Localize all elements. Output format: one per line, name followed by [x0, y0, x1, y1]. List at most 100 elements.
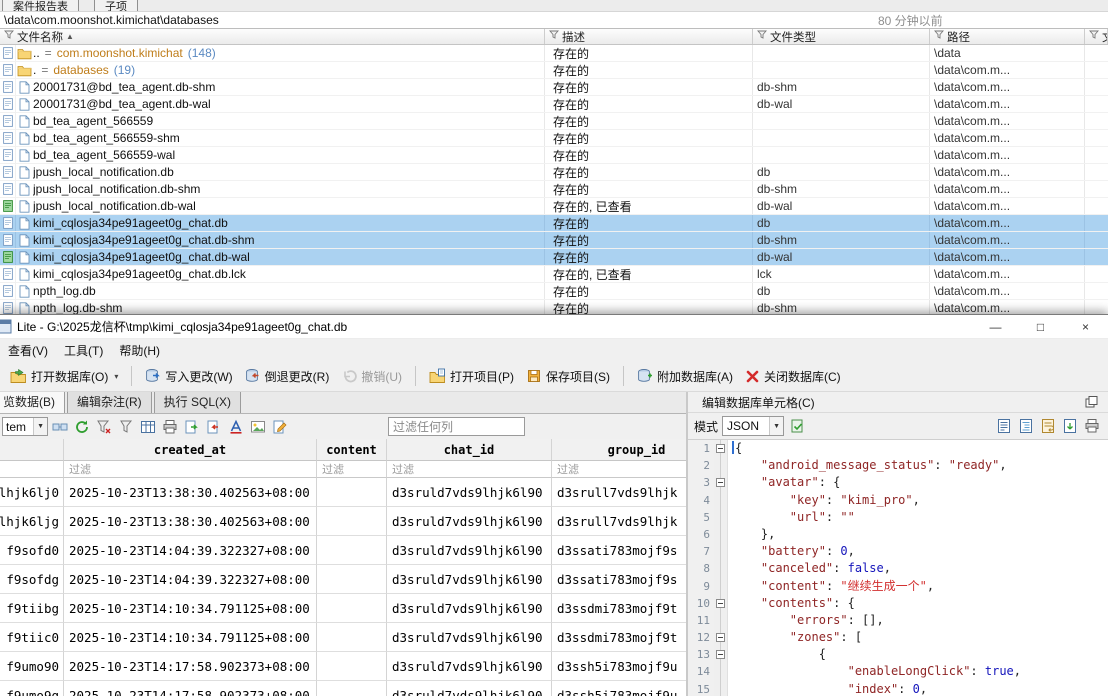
grid-cell[interactable]: d3sruld7vds9lhjk6l90 [387, 536, 552, 565]
refresh-icon[interactable] [72, 417, 92, 437]
tab-view-0[interactable]: 览数据(B) [0, 392, 65, 413]
column-header-path[interactable]: 路径 [930, 29, 1085, 44]
grid-row[interactable]: f9tiibg2025-10-23T14:10:34.791125+08:00d… [0, 594, 686, 623]
table-select-combo[interactable]: tem ▼ [2, 417, 48, 436]
json-code[interactable]: { [728, 440, 742, 457]
json-code[interactable]: "index": 0, [728, 681, 927, 696]
grid-cell[interactable]: d3sruld7vds9lhjk6l90 [387, 478, 552, 507]
filter-funnel-icon[interactable] [549, 30, 559, 43]
file-row[interactable]: ..=com.moonshot.kimichat(148)存在的\data [0, 45, 1108, 62]
json-code[interactable]: "enableLongClick": true, [728, 663, 1021, 680]
grid-cell[interactable]: d3sruld7vds9lhjk6l90 [387, 507, 552, 536]
json-code[interactable]: "contents": { [728, 595, 855, 612]
file-row[interactable]: jpush_local_notification.db-wal存在的, 已查看d… [0, 198, 1108, 215]
column-filter-input[interactable]: 过滤 [64, 461, 317, 478]
grid-cell[interactable]: lhjk6ljg [0, 507, 64, 536]
apply-cell-icon[interactable] [788, 416, 808, 436]
link-table-icon[interactable] [50, 417, 70, 437]
file-row[interactable]: kimi_cqlosja34pe91ageet0g_chat.db.lck存在的… [0, 266, 1108, 283]
grid-cell[interactable]: 2025-10-23T14:17:58.902373+08:00 [64, 681, 317, 696]
edit-cell-dock-title[interactable]: 编辑数据库单元格(C) [688, 392, 1108, 413]
text-view-icon[interactable] [994, 416, 1014, 436]
grid-view-icon[interactable] [138, 417, 158, 437]
grid-cell[interactable]: d3sruld7vds9lhjk6l90 [387, 652, 552, 681]
grid-cell[interactable] [317, 507, 387, 536]
tab-case-report[interactable]: 案件报告表 [2, 0, 79, 12]
grid-cell[interactable]: 2025-10-23T13:38:30.402563+08:00 [64, 478, 317, 507]
grid-cell[interactable]: d3sruld7vds9lhjk6l90 [387, 623, 552, 652]
json-code[interactable]: }, [728, 526, 775, 543]
export-records-icon[interactable] [204, 417, 224, 437]
grid-cell[interactable] [317, 623, 387, 652]
grid-row[interactable]: f9sofd02025-10-23T14:04:39.322327+08:00 d… [0, 536, 686, 565]
json-code[interactable]: "zones": [ [728, 629, 862, 646]
image-view-icon[interactable] [248, 417, 268, 437]
open-project-button[interactable]: 打开项目(P) [424, 365, 519, 388]
column-header[interactable]: created_at [64, 439, 317, 461]
grid-cell[interactable]: f9sofdg [0, 565, 64, 594]
fold-gutter[interactable] [714, 629, 728, 646]
grid-cell[interactable]: d3ssh5i783mojf9u [552, 681, 686, 696]
font-icon[interactable] [226, 417, 246, 437]
json-code[interactable]: "content": "继续生成一个", [728, 578, 934, 595]
fold-collapse-icon[interactable] [716, 478, 725, 487]
filter-funnel-icon[interactable] [934, 30, 944, 43]
write-changes-button[interactable]: 写入更改(W) [140, 365, 237, 388]
grid-row[interactable]: lhjk6ljg2025-10-23T13:38:30.402563+08:00… [0, 507, 686, 536]
close-database-button[interactable]: 关闭数据库(C) [740, 365, 846, 388]
grid-cell[interactable]: d3srull7vds9lhjk [552, 478, 686, 507]
grid-cell[interactable]: d3ssdmi783mojf9t [552, 594, 686, 623]
json-code[interactable]: "url": "" [728, 509, 855, 526]
grid-cell[interactable]: 2025-10-23T13:38:30.402563+08:00 [64, 507, 317, 536]
json-editor[interactable]: 1{2 "android_message_status": "ready",3 … [688, 439, 1108, 696]
attach-database-button[interactable]: 附加数据库(A) [632, 365, 738, 388]
print-cell-icon[interactable] [1082, 416, 1102, 436]
grid-cell[interactable]: f9sofd0 [0, 536, 64, 565]
json-code[interactable]: "avatar": { [728, 474, 840, 491]
file-row[interactable]: kimi_cqlosja34pe91ageet0g_chat.db-wal存在的… [0, 249, 1108, 266]
column-filter-input[interactable]: 过滤 [552, 461, 686, 478]
column-header-type[interactable]: 文件类型 [753, 29, 930, 44]
undo-button[interactable]: 撤销(U) [336, 365, 407, 388]
grid-cell[interactable]: d3sruld7vds9lhjk6l90 [387, 681, 552, 696]
menu-item-1[interactable]: 工具(T) [56, 339, 111, 361]
fold-collapse-icon[interactable] [716, 650, 725, 659]
edit-notes-icon[interactable] [270, 417, 290, 437]
save-project-button[interactable]: 保存项目(S) [521, 365, 615, 388]
json-code[interactable]: "android_message_status": "ready", [728, 457, 1007, 474]
grid-cell[interactable]: 2025-10-23T14:04:39.322327+08:00 [64, 565, 317, 594]
file-row[interactable]: jpush_local_notification.db-shm存在的db-shm… [0, 181, 1108, 198]
grid-cell[interactable] [317, 594, 387, 623]
fold-gutter[interactable] [714, 595, 728, 612]
column-header[interactable]: group_id [552, 439, 686, 461]
file-row[interactable]: jpush_local_notification.db存在的db\data\co… [0, 164, 1108, 181]
json-code[interactable]: { [728, 646, 826, 663]
float-panel-icon[interactable] [1085, 396, 1098, 408]
column-filter-input[interactable]: 过滤 [387, 461, 552, 478]
open-database-button[interactable]: 打开数据库(O)▾ [5, 365, 123, 388]
mode-select-combo[interactable]: JSON ▼ [722, 416, 784, 436]
maximize-button[interactable]: □ [1018, 315, 1063, 339]
column-header-desc[interactable]: 描述 [545, 29, 753, 44]
grid-cell[interactable]: f9umo90 [0, 652, 64, 681]
grid-cell[interactable]: d3ssh5i783mojf9u [552, 652, 686, 681]
fold-gutter[interactable] [714, 474, 728, 491]
menu-item-2[interactable]: 帮助(H) [111, 339, 168, 361]
grid-cell[interactable]: 2025-10-23T14:04:39.322327+08:00 [64, 536, 317, 565]
file-row[interactable]: .=databases(19)存在的\data\com.m... [0, 62, 1108, 79]
column-header[interactable]: chat_id [387, 439, 552, 461]
column-header-name[interactable]: 文件名称▲ [0, 29, 545, 44]
grid-cell[interactable]: d3ssdmi783mojf9t [552, 623, 686, 652]
file-row[interactable]: kimi_cqlosja34pe91ageet0g_chat.db-shm存在的… [0, 232, 1108, 249]
grid-cell[interactable]: f9umo9g [0, 681, 64, 696]
json-code[interactable]: "errors": [], [728, 612, 884, 629]
grid-cell[interactable]: d3sruld7vds9lhjk6l90 [387, 565, 552, 594]
file-row[interactable]: npth_log.db存在的db\data\com.m... [0, 283, 1108, 300]
grid-cell[interactable]: d3ssati783mojf9s [552, 536, 686, 565]
grid-row[interactable]: f9sofdg2025-10-23T14:04:39.322327+08:00 d… [0, 565, 686, 594]
revert-changes-button[interactable]: 倒退更改(R) [240, 365, 335, 388]
file-row[interactable]: bd_tea_agent_566559存在的\data\com.m... [0, 113, 1108, 130]
column-filter-input[interactable] [0, 461, 64, 478]
filter-funnel-icon[interactable] [757, 30, 767, 43]
json-code[interactable]: "battery": 0, [728, 543, 855, 560]
